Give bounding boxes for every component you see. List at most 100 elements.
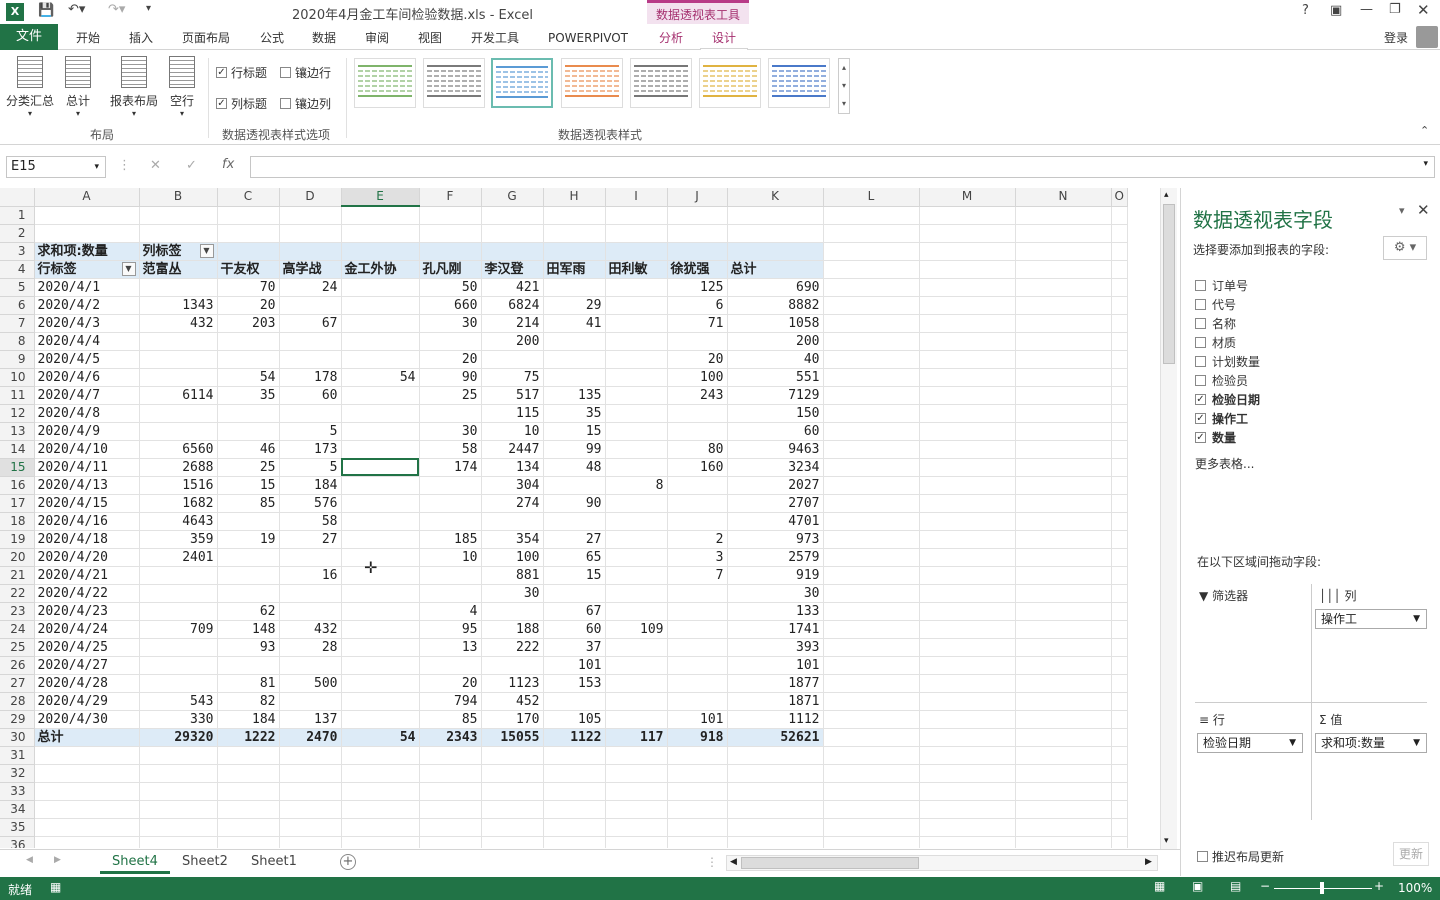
customize-qat-icon[interactable]: ▾ [146,3,151,14]
cell[interactable]: 30 [419,422,482,441]
cell[interactable]: 80 [667,440,728,459]
cell[interactable]: 2688 [139,458,218,477]
cell[interactable]: 2020/4/24 [34,620,140,639]
cell[interactable]: 30 [727,584,824,603]
cell[interactable] [341,440,420,459]
cell[interactable]: 359 [139,530,218,549]
formula-input[interactable]: ▾ [250,156,1435,178]
style-thumbnail-7[interactable] [768,58,830,108]
cell[interactable] [1015,314,1112,333]
cell[interactable] [1015,727,1112,747]
cell[interactable] [919,224,1016,243]
cell[interactable] [1111,584,1128,603]
cell[interactable]: 20 [419,350,482,369]
cell[interactable] [1111,368,1128,387]
cell[interactable] [34,782,140,801]
cell[interactable]: 54 [217,368,280,387]
minimize-icon[interactable]: — [1360,2,1373,17]
cell[interactable] [139,746,218,765]
cell[interactable] [823,404,920,423]
cell[interactable] [605,818,668,837]
cell[interactable] [605,548,668,567]
cell[interactable] [667,818,728,837]
cell[interactable] [543,746,606,765]
cell[interactable]: 孔凡刚 [419,260,482,279]
cell[interactable] [919,782,1016,801]
row-header[interactable]: 32 [0,764,35,783]
cell[interactable]: 16 [279,566,342,585]
cell[interactable] [139,602,218,621]
cell[interactable] [279,836,342,848]
cell[interactable]: 28 [279,638,342,657]
cell[interactable]: 40 [727,350,824,369]
close-icon[interactable]: ✕ [1417,1,1430,19]
cell[interactable] [34,818,140,837]
cell[interactable]: 2020/4/22 [34,584,140,603]
row-header[interactable]: 5 [0,278,35,297]
cell[interactable]: 30 [481,584,544,603]
row-header[interactable]: 10 [0,368,35,387]
field-checkbox-3[interactable]: 名称 [1195,315,1236,332]
cell[interactable] [1111,620,1128,639]
column-header-b[interactable]: B [139,188,218,207]
cell[interactable] [667,602,728,621]
row-header[interactable]: 16 [0,476,35,495]
field-checkbox-2[interactable]: 代号 [1195,296,1236,313]
style-thumbnail-2[interactable] [423,58,485,108]
sheet-tab-sheet2[interactable]: Sheet2 [170,850,240,874]
cell[interactable] [1015,332,1112,351]
cell[interactable]: 27 [279,530,342,549]
cell[interactable]: 101 [667,710,728,729]
cell[interactable] [34,764,140,783]
cell[interactable] [919,727,1016,747]
cell[interactable] [139,368,218,387]
cell[interactable] [919,368,1016,387]
cell[interactable] [823,727,920,747]
cell[interactable] [919,836,1016,848]
tab-insert[interactable]: 插入 [129,28,153,48]
cell[interactable]: 70 [217,278,280,297]
row-header[interactable]: 27 [0,674,35,693]
cell[interactable]: 1877 [727,674,824,693]
cell[interactable]: 10 [419,548,482,567]
blank-rows-button[interactable]: 空行 ▾ [166,56,198,118]
cell[interactable] [1015,602,1112,621]
cell[interactable] [419,746,482,765]
cell[interactable] [667,476,728,495]
cell[interactable]: 2020/4/10 [34,440,140,459]
cell[interactable] [1015,764,1112,783]
cell[interactable] [341,692,420,711]
column-header-i[interactable]: I [605,188,668,207]
cell[interactable]: 8 [605,476,668,495]
cell[interactable] [605,368,668,387]
cell[interactable] [139,224,218,243]
cell[interactable] [1015,638,1112,657]
cell[interactable]: 15 [217,476,280,495]
row-header[interactable]: 7 [0,314,35,333]
cell[interactable]: 5 [279,422,342,441]
cell[interactable] [1111,314,1128,333]
cell[interactable] [543,512,606,531]
cell[interactable]: 3 [667,548,728,567]
cell[interactable] [217,548,280,567]
cell[interactable] [217,566,280,585]
cell[interactable] [667,620,728,639]
cell[interactable] [34,746,140,765]
cell[interactable] [823,800,920,819]
scroll-right-icon[interactable]: ▶ [1145,857,1152,867]
cell[interactable]: 919 [727,566,824,585]
cell[interactable] [543,764,606,783]
cell[interactable] [481,206,544,225]
cell[interactable]: 2707 [727,494,824,513]
cell[interactable]: 67 [279,314,342,333]
cell[interactable] [217,836,280,848]
columns-field-dropdown[interactable]: 操作工 ▼ [1315,609,1427,629]
cell[interactable]: 2470 [279,727,342,747]
cell[interactable] [217,224,280,243]
field-checkbox-5[interactable]: 计划数量 [1195,353,1260,370]
cell[interactable] [1111,260,1128,279]
tab-formulas[interactable]: 公式 [260,28,284,48]
cell[interactable] [605,242,668,261]
cell[interactable] [341,404,420,423]
cell[interactable]: 高学战 [279,260,342,279]
